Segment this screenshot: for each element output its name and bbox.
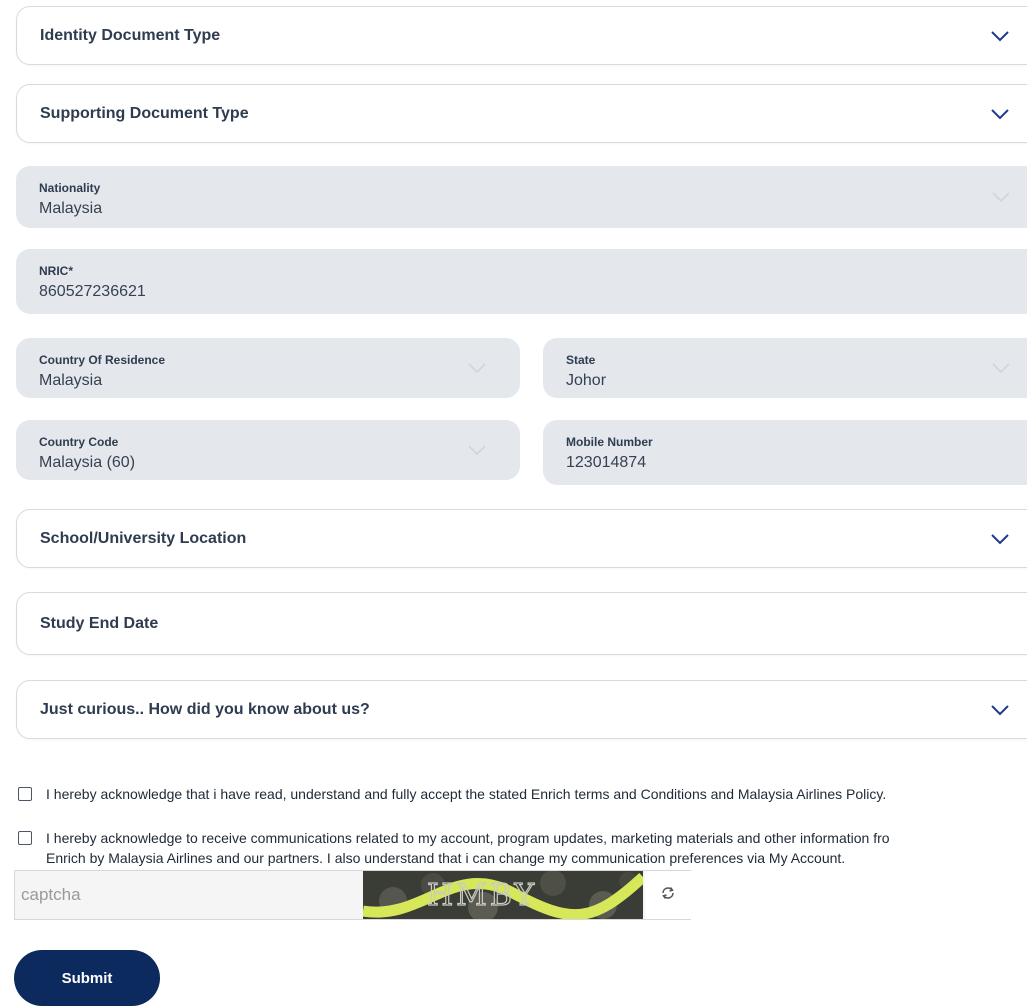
submit-button[interactable]: Submit xyxy=(14,950,160,1006)
terms-checkbox[interactable] xyxy=(18,787,32,801)
identity-document-type-label: Identity Document Type xyxy=(40,26,221,44)
nationality-select[interactable]: Nationality Malaysia xyxy=(16,166,1027,228)
communications-consent-text-line1: I hereby acknowledge to receive communic… xyxy=(46,830,890,846)
referral-source-label: Just curious.. How did you know about us… xyxy=(40,700,370,718)
refresh-captcha-button[interactable] xyxy=(645,871,691,919)
supporting-document-type-label: Supporting Document Type xyxy=(40,104,249,122)
captcha-image: HMBY xyxy=(363,871,643,919)
study-end-date-label: Study End Date xyxy=(40,614,159,632)
chevron-down-icon xyxy=(990,30,1010,42)
nric-value: 860527236621 xyxy=(39,283,146,300)
chevron-down-icon xyxy=(990,533,1010,545)
referral-source-select[interactable]: Just curious.. How did you know about us… xyxy=(16,680,1027,739)
terms-consent-text: I hereby acknowledge that i have read, u… xyxy=(46,786,887,802)
captcha-image-text: HMBY xyxy=(427,878,537,913)
captcha-group: HMBY xyxy=(14,870,691,920)
country-of-residence-select[interactable]: Country Of Residence Malaysia xyxy=(16,338,520,398)
country-code-select[interactable]: Country Code Malaysia (60) xyxy=(16,420,520,480)
supporting-document-type-select[interactable]: Supporting Document Type xyxy=(16,84,1027,143)
communications-consent-text-line2: Enrich by Malaysia Airlines and our part… xyxy=(46,850,846,866)
school-location-label: School/University Location xyxy=(40,529,247,547)
nric-label: NRIC* xyxy=(39,264,74,278)
captcha-input[interactable] xyxy=(15,871,362,919)
chevron-down-icon xyxy=(467,362,487,374)
chevron-down-icon xyxy=(991,362,1011,374)
mobile-number-value: 123014874 xyxy=(566,454,647,471)
study-end-date-field[interactable]: Study End Date xyxy=(16,592,1027,655)
country-code-value: Malaysia (60) xyxy=(39,454,136,471)
mobile-number-label: Mobile Number xyxy=(566,435,653,449)
nationality-label: Nationality xyxy=(39,181,101,195)
identity-document-type-select[interactable]: Identity Document Type xyxy=(16,6,1027,65)
state-select[interactable]: State Johor xyxy=(543,338,1027,398)
country-code-label: Country Code xyxy=(39,435,119,449)
chevron-down-icon xyxy=(467,444,487,456)
refresh-icon xyxy=(660,886,676,905)
mobile-number-field[interactable]: Mobile Number 123014874 xyxy=(543,420,1027,485)
chevron-down-icon xyxy=(990,108,1010,120)
nric-field[interactable]: NRIC* 860527236621 xyxy=(16,249,1027,314)
chevron-down-icon xyxy=(991,191,1011,203)
chevron-down-icon xyxy=(990,704,1010,716)
country-of-residence-label: Country Of Residence xyxy=(39,353,166,367)
nationality-value: Malaysia xyxy=(39,200,103,217)
state-label: State xyxy=(566,353,596,367)
school-location-select[interactable]: School/University Location xyxy=(16,509,1027,568)
state-value: Johor xyxy=(566,372,607,389)
country-of-residence-value: Malaysia xyxy=(39,372,103,389)
communications-checkbox[interactable] xyxy=(18,831,32,845)
